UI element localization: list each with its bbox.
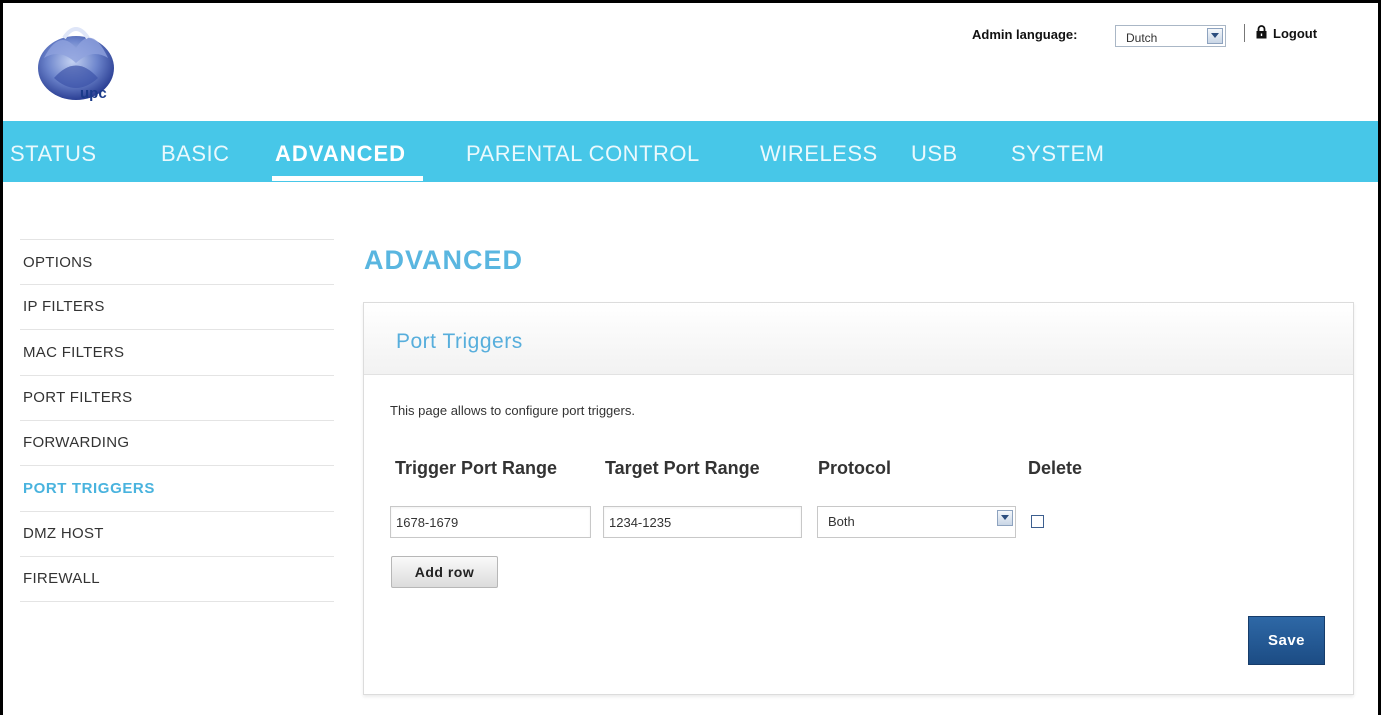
nav-basic[interactable]: BASIC — [161, 141, 230, 167]
trigger-port-range-input[interactable]: 1678-1679 — [390, 506, 591, 538]
logo-text: upc — [80, 85, 107, 102]
chevron-down-icon[interactable] — [1207, 28, 1223, 44]
target-port-range-input[interactable]: 1234-1235 — [603, 506, 802, 538]
sidebar-item-firewall[interactable]: FIREWALL — [23, 570, 100, 587]
sidebar-item-dmz-host[interactable]: DMZ HOST — [23, 525, 104, 542]
admin-language-value: Dutch — [1126, 31, 1158, 45]
column-header-trigger-port-range: Trigger Port Range — [395, 458, 558, 478]
add-row-button[interactable]: Add row — [391, 556, 498, 588]
nav-usb[interactable]: USB — [911, 141, 958, 167]
nav-active-indicator — [272, 176, 423, 181]
sidebar-item-mac-filters[interactable]: MAC FILTERS — [23, 344, 124, 361]
nav-wireless[interactable]: WIRELESS — [760, 141, 878, 167]
sidebar-divider — [20, 511, 334, 512]
lock-icon — [1256, 25, 1267, 39]
sidebar-divider — [20, 239, 334, 240]
sidebar-divider — [20, 329, 334, 330]
nav-advanced[interactable]: ADVANCED — [275, 141, 406, 167]
sidebar-divider — [20, 556, 334, 557]
protocol-select[interactable]: Both — [817, 506, 1016, 538]
column-header-protocol: Protocol — [818, 458, 892, 478]
sidebar-item-port-triggers[interactable]: PORT TRIGGERS — [23, 480, 155, 497]
nav-status[interactable]: STATUS — [10, 141, 97, 167]
sidebar-divider — [20, 420, 334, 421]
nav-system[interactable]: SYSTEM — [1011, 141, 1104, 167]
sidebar-item-port-filters[interactable]: PORT FILTERS — [23, 389, 132, 406]
sidebar-divider — [20, 465, 334, 466]
sidebar-divider — [20, 601, 334, 602]
column-header-target-port-range: Target Port Range — [605, 458, 760, 478]
admin-language-label: Admin language: — [972, 27, 1078, 42]
panel-description: This page allows to configure port trigg… — [390, 403, 635, 418]
page-title: ADVANCED — [364, 245, 524, 275]
logout-link[interactable]: Logout — [1273, 26, 1317, 41]
protocol-value: Both — [828, 514, 855, 529]
nav-parental-control[interactable]: PARENTAL CONTROL — [466, 141, 700, 167]
sidebar-item-options[interactable]: OPTIONS — [23, 254, 93, 271]
port-triggers-panel: Port Triggers — [363, 302, 1354, 695]
sidebar-divider — [20, 375, 334, 376]
admin-language-select[interactable]: Dutch — [1115, 25, 1226, 47]
sidebar-item-ip-filters[interactable]: IP FILTERS — [23, 298, 105, 315]
header-divider — [1244, 24, 1245, 42]
panel-header: Port Triggers — [364, 303, 1353, 375]
chevron-down-icon[interactable] — [997, 510, 1013, 526]
column-header-delete: Delete — [1028, 458, 1083, 478]
save-button[interactable]: Save — [1248, 616, 1325, 665]
sidebar-divider — [20, 284, 334, 285]
sidebar-item-forwarding[interactable]: FORWARDING — [23, 434, 129, 451]
panel-title: Port Triggers — [396, 330, 523, 353]
delete-checkbox[interactable] — [1031, 515, 1044, 528]
